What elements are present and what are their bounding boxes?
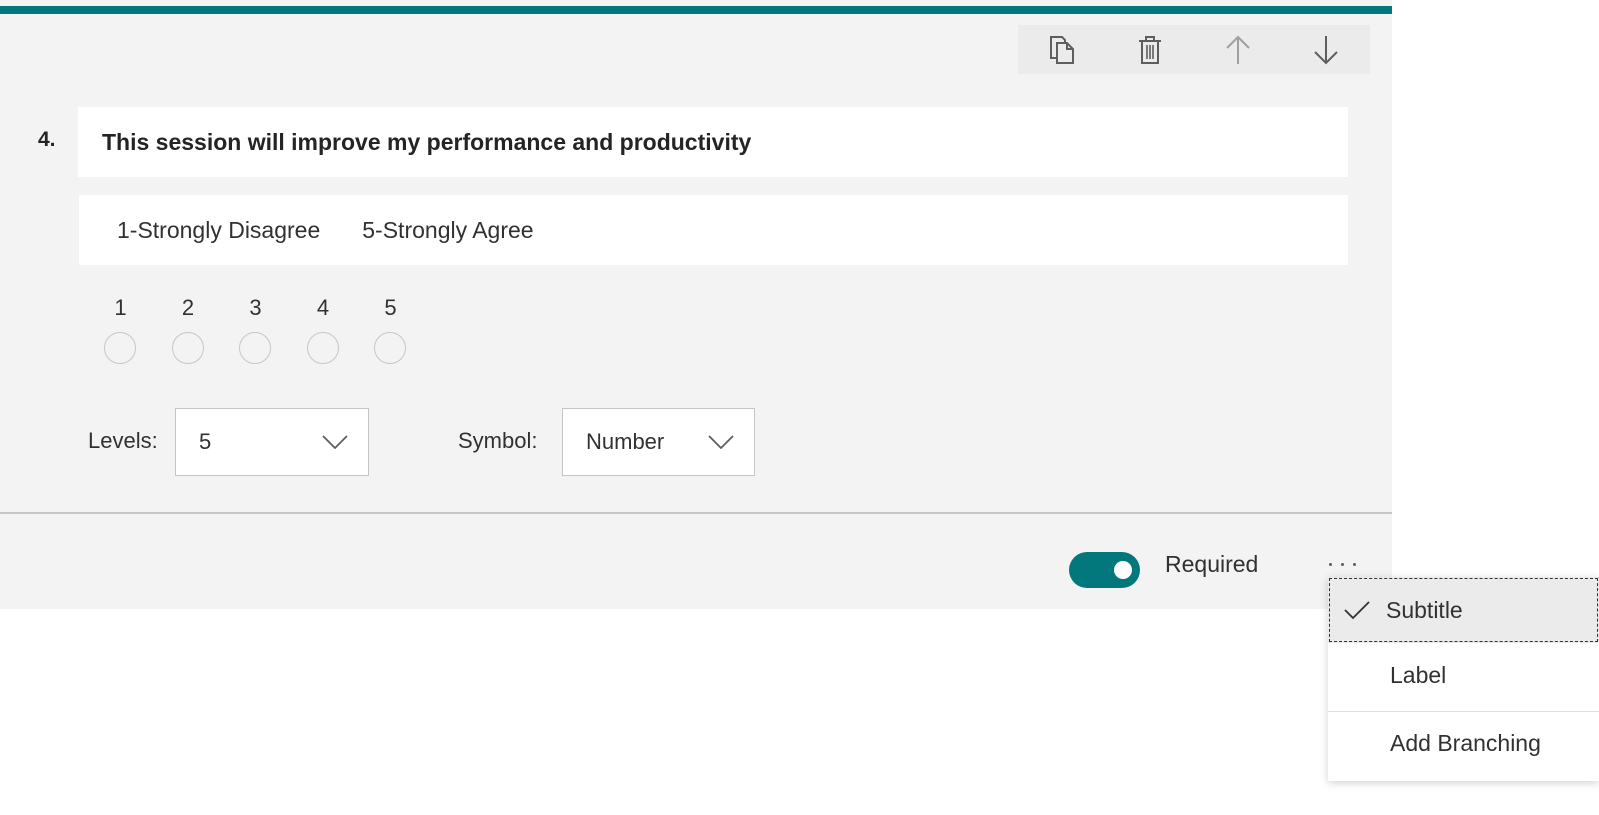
copy-button[interactable] [1018,25,1106,74]
move-up-button[interactable] [1194,25,1282,74]
more-icon [1329,563,1332,566]
delete-icon [1139,35,1161,64]
subtitle-high-label: 5-Strongly Agree [362,216,534,243]
symbol-label: Symbol: [458,428,538,453]
chevron-down-icon [322,435,348,449]
symbol-dropdown[interactable]: Number [562,408,755,476]
chevron-down-icon [708,435,734,449]
required-toggle[interactable] [1069,552,1140,588]
checkmark-icon [1344,600,1370,620]
rating-scale: 1 2 3 4 5 [104,295,442,364]
question-card: 4. This session will improve my performa… [0,0,1392,609]
question-subtitle-field[interactable]: 1-Strongly Disagree 5-Strongly Agree [79,195,1348,265]
more-options-button[interactable] [1326,548,1360,574]
levels-dropdown[interactable]: 5 [175,408,369,476]
scale-radio[interactable] [239,332,271,364]
delete-button[interactable] [1106,25,1194,74]
more-icon [1341,563,1344,566]
scale-number: 3 [249,295,262,320]
scale-number: 5 [384,295,397,320]
toggle-knob [1114,561,1132,579]
copy-icon [1050,35,1074,64]
footer-divider [0,512,1392,514]
scale-number: 2 [181,295,195,320]
menu-item-label: Add Branching [1390,729,1541,756]
question-title: This session will improve my performance… [102,128,752,155]
arrow-up-icon [1226,35,1250,64]
menu-item-label: Subtitle [1386,596,1463,623]
scale-number: 1 [114,295,127,320]
scale-option: 4 [306,295,375,364]
arrow-down-icon [1314,35,1338,64]
question-number: 4. [38,128,56,151]
scale-option: 1 [104,295,172,364]
question-toolbar [1018,25,1370,74]
scale-option: 3 [239,295,307,364]
levels-value: 5 [199,429,212,454]
question-title-field[interactable]: This session will improve my performance… [78,107,1348,177]
menu-item-label-option[interactable]: Label [1328,642,1599,708]
scale-radio[interactable] [171,332,204,364]
subtitle-low-label: 1-Strongly Disagree [117,216,321,243]
scale-radio[interactable] [104,332,136,364]
scale-radio[interactable] [374,332,406,364]
scale-number: 4 [316,295,330,320]
menu-item-subtitle[interactable]: Subtitle [1328,577,1599,643]
scale-option: 2 [171,295,240,364]
required-label: Required [1165,551,1259,577]
scale-radio[interactable] [306,332,339,364]
menu-item-add-branching[interactable]: Add Branching [1328,710,1599,776]
menu-item-label: Label [1390,661,1447,688]
more-icon [1353,563,1356,566]
more-options-menu: Subtitle Label Add Branching [1328,577,1599,781]
levels-label: Levels: [88,428,158,453]
move-down-button[interactable] [1282,25,1370,74]
symbol-value: Number [586,429,665,454]
scale-option: 5 [374,295,442,364]
accent-bar [0,6,1392,14]
